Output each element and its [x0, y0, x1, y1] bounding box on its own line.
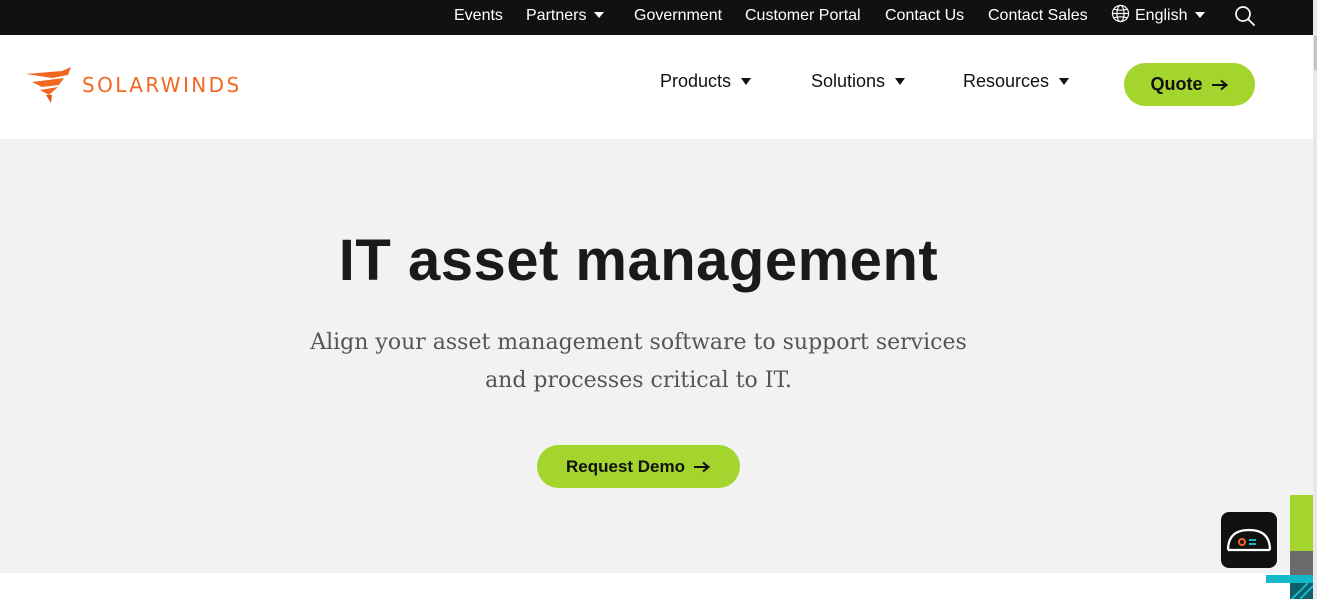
- nav-solutions-label: Solutions: [811, 71, 886, 91]
- hero-subtitle-line-2: and processes critical to IT.: [485, 368, 792, 393]
- topbar-link-contact-sales[interactable]: Contact Sales: [988, 0, 1088, 35]
- search-button[interactable]: [1234, 5, 1256, 27]
- nav-products-label: Products: [660, 71, 732, 91]
- request-demo-label: Request Demo: [565, 456, 686, 476]
- brand-name: SOLARWINDS: [82, 73, 242, 97]
- nav-item-products[interactable]: Products: [660, 71, 752, 92]
- language-label: English: [1135, 7, 1188, 24]
- search-icon: [1235, 6, 1255, 26]
- decorative-teal-strip: [1266, 575, 1313, 583]
- nav-resources-label: Resources: [963, 71, 1050, 91]
- quote-button[interactable]: Quote: [1124, 63, 1255, 106]
- arrow-right-icon: [694, 461, 711, 472]
- nav-item-resources[interactable]: Resources: [963, 71, 1070, 92]
- arrow-right-icon: [1211, 79, 1228, 90]
- caret-down-icon: [741, 77, 752, 85]
- main-header: SOLARWINDS Products Solutions Resources …: [0, 35, 1313, 139]
- content-below-hero: [0, 573, 1313, 599]
- decorative-hatch-icon: [1290, 583, 1313, 599]
- request-demo-button[interactable]: Request Demo: [537, 445, 740, 488]
- hero-subtitle: Align your asset management software to …: [300, 324, 977, 400]
- solarwinds-bird-icon: [26, 67, 71, 103]
- caret-down-icon: [1059, 77, 1070, 85]
- topbar-link-government[interactable]: Government: [634, 0, 722, 35]
- page-scrollbar[interactable]: [1313, 0, 1317, 599]
- chat-widget-button[interactable]: [1221, 512, 1277, 568]
- decorative-green-strip: [1290, 495, 1313, 551]
- top-utility-bar: Events Partners Government Customer Port…: [0, 0, 1313, 35]
- topbar-partners-label: Partners: [526, 7, 587, 24]
- topbar-link-events[interactable]: Events: [454, 0, 503, 35]
- chat-widget-icon: [1226, 528, 1272, 552]
- topbar-link-customer-portal[interactable]: Customer Portal: [745, 0, 861, 35]
- topbar-link-contact-us[interactable]: Contact Us: [885, 0, 964, 35]
- caret-down-icon: [895, 77, 906, 85]
- decorative-gray-strip: [1290, 551, 1313, 575]
- solarwinds-logo[interactable]: SOLARWINDS: [24, 65, 242, 105]
- topbar-link-partners[interactable]: Partners: [526, 0, 605, 35]
- hero-subtitle-line-1: Align your asset management software to …: [310, 330, 967, 355]
- caret-down-icon: [1195, 11, 1206, 18]
- hero-section: IT asset management Align your asset man…: [0, 139, 1313, 573]
- nav-item-solutions[interactable]: Solutions: [811, 71, 906, 92]
- language-selector[interactable]: English: [1111, 0, 1206, 35]
- globe-icon: [1111, 5, 1130, 23]
- page-title: IT asset management: [338, 228, 939, 293]
- quote-button-label: Quote: [1150, 74, 1203, 94]
- caret-down-icon: [594, 11, 605, 18]
